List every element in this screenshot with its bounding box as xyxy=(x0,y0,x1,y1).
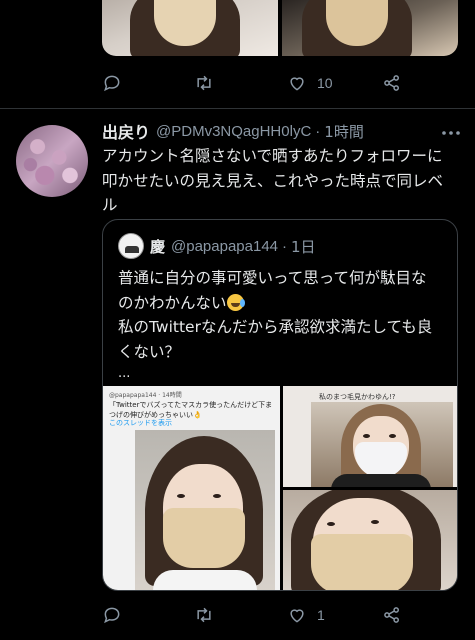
previous-tweet-image-right[interactable] xyxy=(282,0,458,56)
quoted-text-line: 私のTwitterなんだから承認欲求満たしても良 xyxy=(118,318,433,336)
heart-icon xyxy=(290,609,304,623)
tweet-text-line: 叩かせたいの見え見え、これやった時点で同レベ xyxy=(102,171,444,190)
display-name[interactable]: 出戻り xyxy=(102,119,150,143)
heart-icon xyxy=(290,77,304,91)
mask xyxy=(311,534,413,590)
shirt xyxy=(331,474,431,487)
quoted-text-line: 普通に自分の事可愛いって思って何が駄目な xyxy=(118,269,427,287)
selfie-photo xyxy=(135,430,275,590)
tweet-actions: 1 xyxy=(102,603,422,627)
eye xyxy=(371,520,379,524)
retweet-icon xyxy=(197,75,211,91)
quoted-text-ellipsis: ... xyxy=(118,366,131,381)
image-caption: 私のまつ毛見かわゆん!? xyxy=(319,393,396,401)
eye xyxy=(327,522,335,526)
previous-tweet-image-left[interactable] xyxy=(102,0,278,56)
mask xyxy=(163,508,245,568)
quoted-separator: · xyxy=(282,237,288,255)
quoted-tweet[interactable]: 慶 @papapapa144 · 1日 普通に自分の事可愛いって思って何が駄目な… xyxy=(102,219,458,591)
screenshot-thread-link: このスレッドを表示 xyxy=(109,419,172,427)
selfie-photo xyxy=(283,490,457,590)
screenshot-text: 「Twitterでバズってたマスカラ使ったんだけど下まつげの伸びがめっちゃいい👌 xyxy=(109,401,273,419)
tweet-text-line: アカウント名隠さないで晒すあたりフォロワーに xyxy=(102,147,443,165)
quoted-text: 普通に自分の事可愛いって思って何が駄目な のかわかんない 私のTwitterなん… xyxy=(118,266,448,384)
reply-button[interactable] xyxy=(102,603,132,627)
quoted-media-grid: @papapapa144 · 14時間 「Twitterでバズってたマスカラ使っ… xyxy=(103,386,457,590)
share-button[interactable] xyxy=(382,603,412,627)
quoted-image-3[interactable] xyxy=(283,490,457,590)
crying-laughing-emoji-icon xyxy=(226,293,245,311)
user-handle[interactable]: @PDMv3NQagHH0lyC xyxy=(156,123,311,140)
tweet-divider xyxy=(0,108,475,109)
tweet-header: 出戻り @PDMv3NQagHH0lyC · 1時間 xyxy=(102,119,364,143)
quoted-image-2[interactable]: 私のまつ毛見かわゆん!? xyxy=(283,386,457,487)
quoted-text-line: くない？ xyxy=(118,342,181,361)
quoted-text-line-content: のかわかんない xyxy=(118,293,227,312)
quoted-image-1[interactable]: @papapapa144 · 14時間 「Twitterでバズってたマスカラ使っ… xyxy=(103,386,280,590)
like-button[interactable]: 1 xyxy=(287,603,325,627)
previous-tweet-actions: 10 xyxy=(102,71,422,95)
like-count: 10 xyxy=(317,75,333,91)
quoted-text-line: のかわかんない xyxy=(118,291,448,316)
previous-tweet-media[interactable] xyxy=(102,0,458,56)
eye xyxy=(389,434,396,438)
quoted-header: 慶 @papapapa144 · 1日 xyxy=(150,235,316,257)
eye xyxy=(213,494,221,498)
share-icon xyxy=(384,607,399,623)
retweet-icon xyxy=(197,607,211,623)
reply-icon xyxy=(104,75,120,92)
shirt xyxy=(153,570,257,590)
eye xyxy=(363,434,370,438)
retweet-button[interactable] xyxy=(194,603,224,627)
like-count: 1 xyxy=(317,607,325,623)
like-button[interactable]: 10 xyxy=(287,71,333,95)
share-button[interactable] xyxy=(382,71,412,95)
avatar[interactable] xyxy=(16,125,88,197)
retweet-button[interactable] xyxy=(194,71,224,95)
quoted-avatar xyxy=(118,233,144,259)
tweet-text: アカウント名隠さないで晒すあたりフォロワーに 叩かせたいの見え見え、これやった時… xyxy=(102,144,462,218)
share-icon xyxy=(384,75,399,91)
reply-button[interactable] xyxy=(102,71,132,95)
quoted-timestamp: 1日 xyxy=(291,237,316,256)
screenshot-header: @papapapa144 · 14時間 xyxy=(109,392,182,399)
quoted-handle: @papapapa144 xyxy=(171,237,279,255)
tweet-text-line: ル xyxy=(102,196,118,214)
more-options-button[interactable] xyxy=(440,124,462,136)
quoted-display-name: 慶 xyxy=(150,237,166,256)
timestamp[interactable]: 1時間 xyxy=(324,121,364,142)
more-icon xyxy=(442,131,460,135)
selfie-photo xyxy=(311,402,453,487)
separator: · xyxy=(315,122,321,140)
eye xyxy=(177,494,185,498)
reply-icon xyxy=(104,607,120,624)
